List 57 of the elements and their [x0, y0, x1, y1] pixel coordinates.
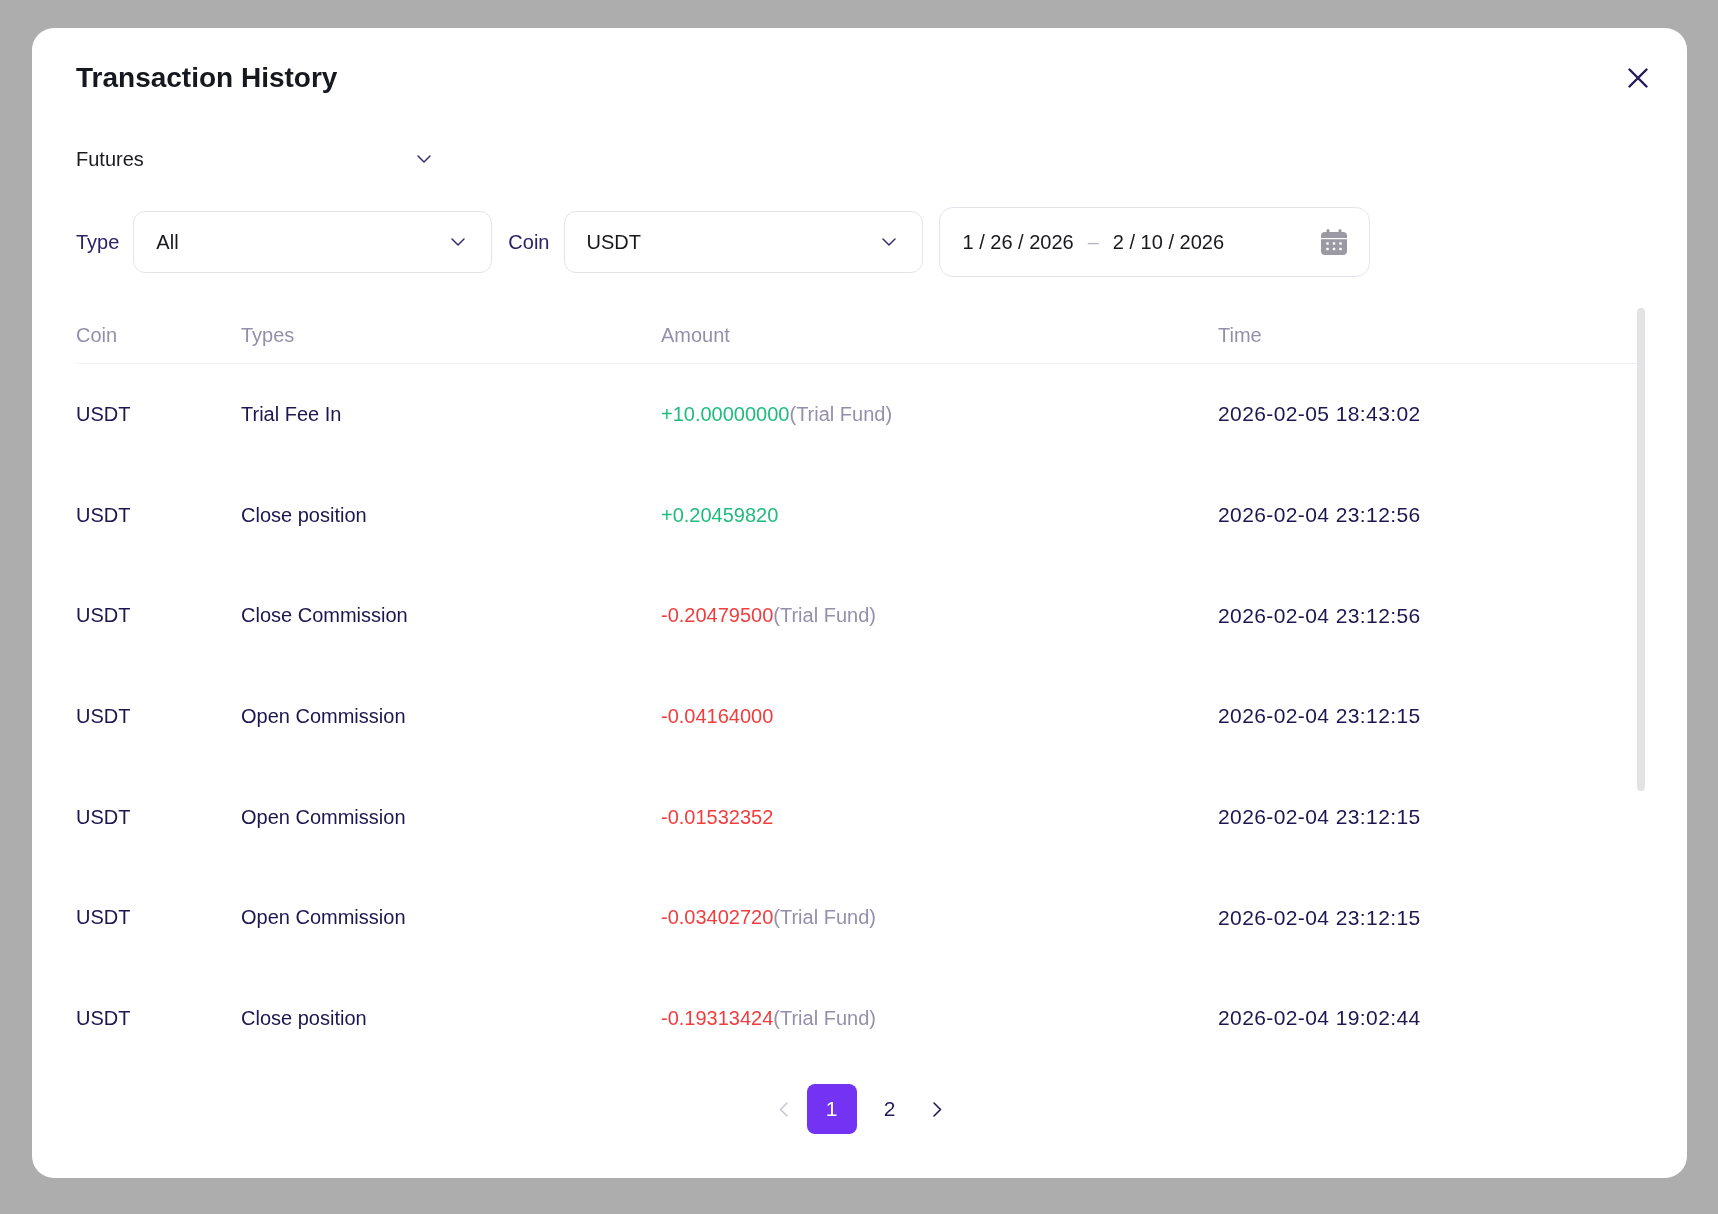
amount-value: -0.01532352 — [661, 805, 774, 829]
close-button[interactable] — [1627, 67, 1649, 89]
chevron-right-icon — [933, 1101, 942, 1117]
table-cell: 2026-02-04 23:12:56 — [1218, 603, 1421, 628]
table-cell: 2026-02-04 23:12:15 — [1218, 905, 1421, 930]
amount-value: -0.19313424 — [661, 1006, 774, 1030]
fund-note: (Trial Fund) — [789, 402, 893, 426]
amount-value: +10.00000000 — [661, 402, 790, 426]
close-icon — [1628, 68, 1648, 88]
filter-dropdown[interactable]: All — [133, 211, 493, 273]
table-cell: USDT — [76, 503, 131, 527]
table-cell: Open Commission — [241, 906, 406, 930]
page-button[interactable]: 1 — [806, 1084, 857, 1134]
table-cell: USDT — [76, 1006, 131, 1030]
chevron-left-icon — [779, 1101, 788, 1117]
table-cell: 2026-02-04 23:12:56 — [1218, 503, 1421, 528]
table-cell: USDT — [76, 604, 131, 628]
page-button[interactable]: 2 — [864, 1084, 915, 1134]
chevron-down-icon — [451, 238, 466, 246]
column-header: Time — [1218, 324, 1262, 347]
table-cell: Close Commission — [241, 604, 408, 628]
fund-note: (Trial Fund) — [773, 1006, 876, 1030]
calendar-icon — [1320, 229, 1347, 255]
table-cell: USDT — [76, 805, 131, 829]
account-dropdown[interactable]: Futures — [76, 139, 431, 179]
table-cell: USDT — [76, 906, 131, 930]
table-cell: 2026-02-04 19:02:44 — [1218, 1006, 1421, 1031]
table-cell: 2026-02-04 23:12:15 — [1218, 704, 1421, 729]
fund-note: (Trial Fund) — [773, 906, 876, 930]
table-cell: 2026-02-05 18:43:02 — [1218, 402, 1421, 427]
amount-value: -0.04164000 — [661, 704, 774, 728]
dialog-title: Transaction History — [76, 62, 338, 94]
table-cell: Trial Fee In — [241, 402, 342, 426]
filter-dropdown[interactable]: USDT — [563, 211, 923, 273]
table-cell: Open Commission — [241, 805, 406, 829]
table-cell: USDT — [76, 402, 131, 426]
amount-value: -0.03402720 — [661, 906, 774, 930]
fund-note: (Trial Fund) — [773, 604, 876, 628]
filter-label: Type — [76, 230, 120, 254]
scrollbar-thumb[interactable] — [1637, 308, 1645, 791]
end-date: 2 / 10 / 2026 — [1112, 230, 1225, 254]
filter-label: Coin — [508, 230, 550, 254]
amount-value: -0.20479500 — [661, 604, 774, 628]
start-date: 1 / 26 / 2026 — [962, 230, 1074, 254]
chevron-down-icon — [417, 155, 431, 163]
table-cell: USDT — [76, 704, 131, 728]
table-cell: 2026-02-04 23:12:15 — [1218, 805, 1421, 830]
column-header: Types — [241, 324, 295, 347]
range-separator: – — [1087, 230, 1099, 254]
table-cell: Open Commission — [241, 704, 406, 728]
column-header: Coin — [76, 324, 118, 347]
date-range-field[interactable]: 1 / 26 / 2026 – 2 / 10 / 2026 — [938, 207, 1370, 277]
amount-value: +0.20459820 — [661, 503, 779, 527]
column-header: Amount — [661, 324, 730, 347]
chevron-down-icon — [881, 238, 896, 246]
table-cell: Close position — [241, 503, 367, 527]
table-cell: Close position — [241, 1006, 367, 1030]
